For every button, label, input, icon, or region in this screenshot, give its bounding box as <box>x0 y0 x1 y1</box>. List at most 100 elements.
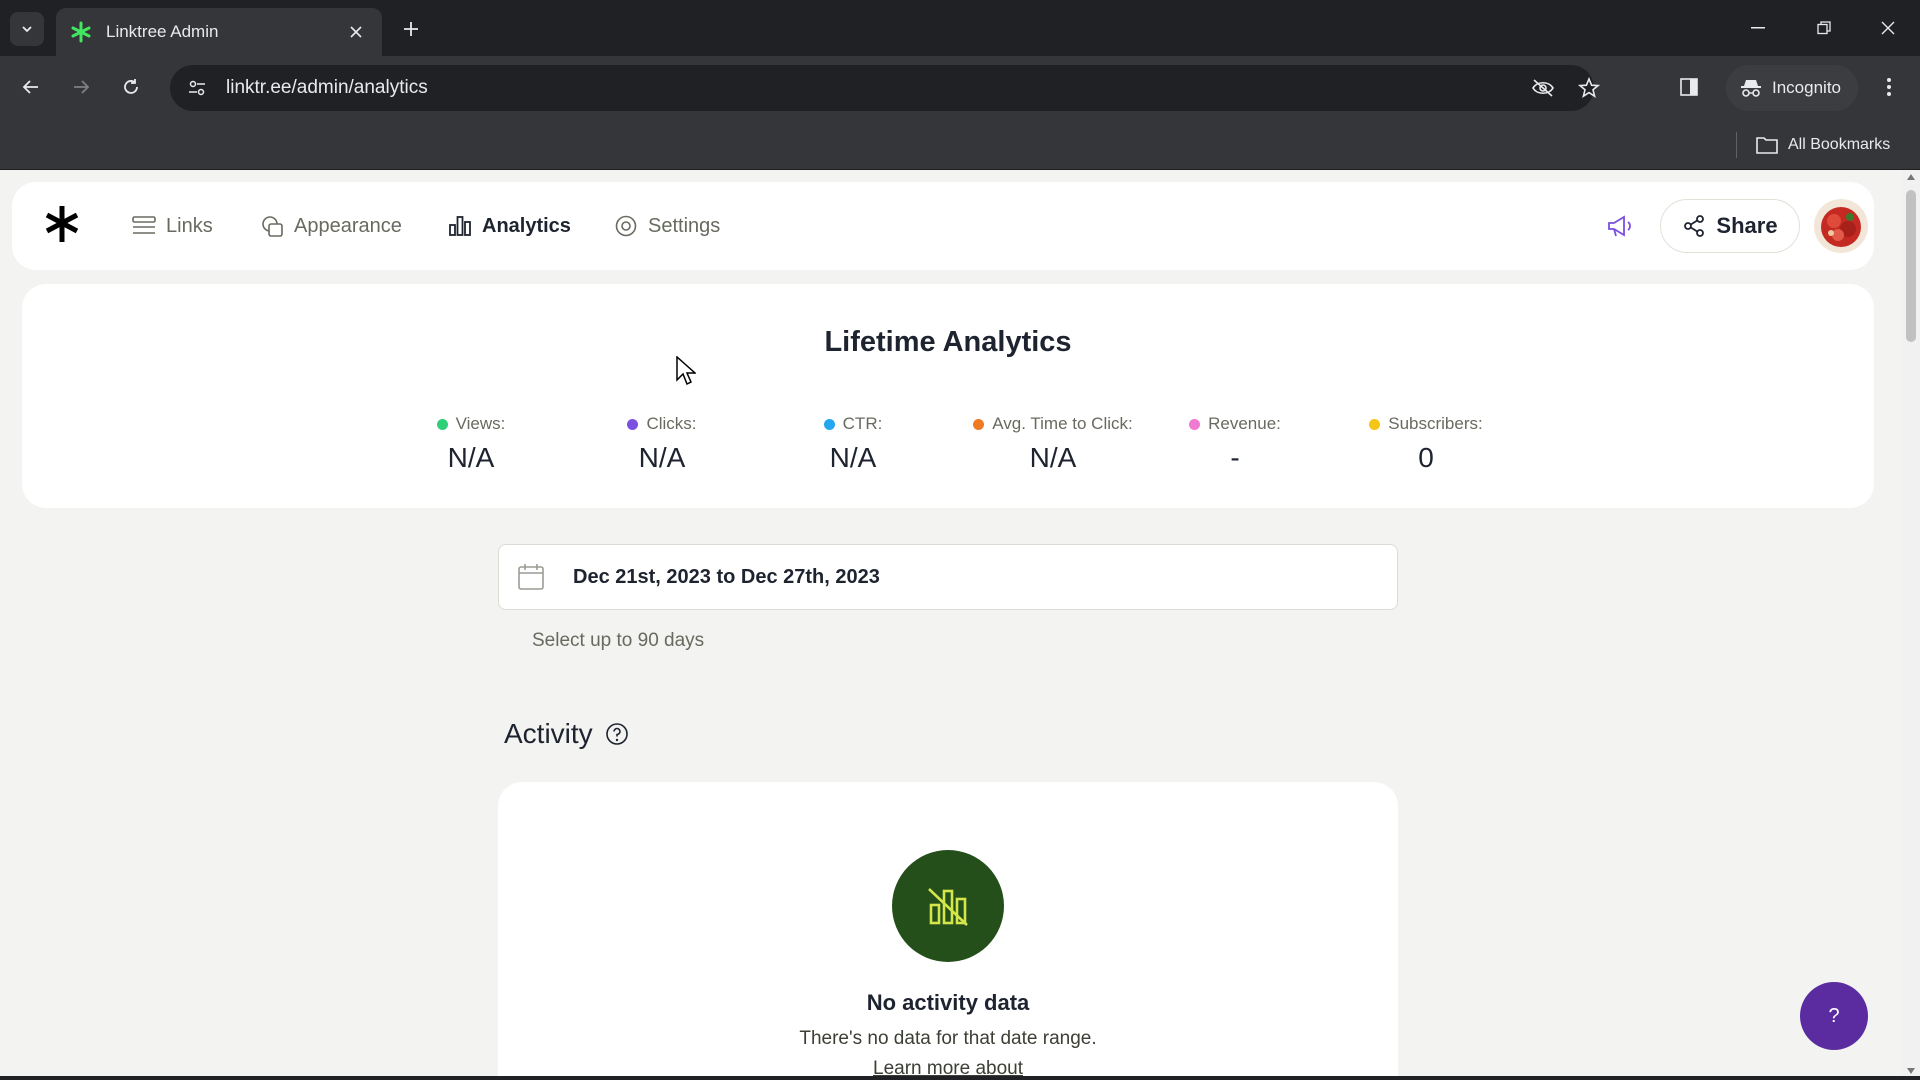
side-panel-icon <box>1680 78 1698 96</box>
close-window-button[interactable] <box>1868 10 1908 46</box>
arrow-left-icon <box>22 80 38 94</box>
page-scrollbar[interactable] <box>1902 170 1920 1080</box>
stat-avg-time-label: Avg. Time to Click: <box>992 414 1133 433</box>
page-content: Links Appearance Analytics Settings Shar… <box>0 170 1920 1080</box>
activity-title: Activity <box>504 718 593 749</box>
back-button[interactable] <box>14 70 48 104</box>
stat-views-label: Views: <box>455 414 506 433</box>
stat-views-value: N/A <box>447 442 495 473</box>
stat-clicks-value: N/A <box>638 442 686 473</box>
megaphone-button[interactable] <box>1600 206 1640 246</box>
scroll-down-arrow-icon[interactable] <box>1907 1068 1915 1074</box>
profile-avatar[interactable] <box>1814 199 1868 253</box>
folder-icon <box>1756 137 1778 154</box>
share-button[interactable]: Share <box>1660 199 1800 253</box>
new-tab-button[interactable] <box>396 14 426 44</box>
analytics-icon <box>449 216 471 236</box>
browser-toolbar: linktr.ee/admin/analytics Incognito <box>0 56 1920 120</box>
forward-button[interactable] <box>64 70 98 104</box>
reload-button[interactable] <box>114 70 148 104</box>
incognito-label: Incognito <box>1772 78 1841 97</box>
stat-ctr: CTR: N/A <box>758 414 948 474</box>
avatar-image <box>1814 199 1868 253</box>
restore-icon <box>1817 21 1831 35</box>
reload-icon <box>124 79 138 94</box>
tab-title: Linktree Admin <box>106 22 219 41</box>
browser-tab-bar: Linktree Admin <box>0 0 1920 56</box>
activity-heading: Activity <box>504 718 629 750</box>
date-range-text: Dec 21st, 2023 to Dec 27th, 2023 <box>573 565 880 588</box>
nav-links[interactable]: Links <box>120 202 225 250</box>
stat-ctr-label: CTR: <box>842 414 883 433</box>
no-activity-title: No activity data <box>866 990 1030 1015</box>
nav-appearance[interactable]: Appearance <box>248 202 414 250</box>
bookmarks-bar: All Bookmarks <box>0 120 1920 170</box>
more-vertical-icon <box>1887 78 1891 96</box>
scroll-up-arrow-icon[interactable] <box>1907 174 1915 180</box>
all-bookmarks-button[interactable]: All Bookmarks <box>1756 130 1890 160</box>
minimize-icon <box>1751 27 1765 29</box>
browser-tab[interactable]: Linktree Admin <box>56 8 382 56</box>
chart-off-icon <box>928 888 968 926</box>
stat-revenue-value: - <box>1230 442 1240 473</box>
ctr-dot-icon <box>823 418 835 430</box>
share-icon <box>1684 215 1705 237</box>
help-circle-icon[interactable] <box>605 722 629 746</box>
megaphone-icon <box>1608 215 1631 237</box>
stat-avg-time: Avg. Time to Click: N/A <box>933 414 1173 474</box>
appearance-icon <box>262 216 283 237</box>
mouse-cursor-icon <box>676 356 696 386</box>
nav-appearance-label: Appearance <box>294 214 402 237</box>
bottom-edge <box>0 1076 1920 1080</box>
lifetime-analytics-title: Lifetime Analytics <box>824 326 1072 358</box>
subscribers-dot-icon <box>1369 418 1381 430</box>
revenue-dot-icon <box>1189 418 1201 430</box>
address-bar[interactable]: linktr.ee/admin/analytics <box>170 65 1600 111</box>
scroll-thumb[interactable] <box>1906 190 1916 342</box>
stat-avg-time-value: N/A <box>1029 442 1077 473</box>
help-fab-label: ? <box>1828 1004 1840 1027</box>
links-icon <box>132 216 156 234</box>
eye-off-icon[interactable] <box>1528 73 1558 103</box>
settings-icon <box>615 215 637 237</box>
chevron-down-icon <box>22 26 32 33</box>
stat-subscribers-value: 0 <box>1418 442 1434 473</box>
no-activity-description: There's no data for that date range. <box>799 1028 1097 1049</box>
stat-clicks: Clicks: N/A <box>567 414 757 474</box>
arrow-right-icon <box>74 80 90 94</box>
browser-menu-button[interactable] <box>1872 70 1906 104</box>
site-settings-icon[interactable] <box>182 73 212 103</box>
linktree-favicon-icon <box>71 21 91 43</box>
plus-icon <box>404 22 418 36</box>
stat-subscribers-label: Subscribers: <box>1388 414 1483 433</box>
stat-clicks-label: Clicks: <box>646 414 697 433</box>
nav-analytics-label: Analytics <box>482 214 571 237</box>
minimize-button[interactable] <box>1738 10 1778 46</box>
stat-revenue: Revenue: - <box>1140 414 1330 474</box>
admin-top-nav: Links Appearance Analytics Settings Shar… <box>12 182 1874 270</box>
stat-revenue-label: Revenue: <box>1208 414 1281 433</box>
stat-ctr-value: N/A <box>829 442 877 473</box>
no-data-badge <box>892 850 1004 962</box>
date-range-picker[interactable]: Dec 21st, 2023 to Dec 27th, 2023 <box>498 544 1398 610</box>
views-dot-icon <box>436 418 448 430</box>
url-text: linktr.ee/admin/analytics <box>226 77 428 98</box>
bookmarks-divider <box>1736 132 1737 158</box>
help-chat-button[interactable]: ? <box>1800 982 1868 1050</box>
close-tab-icon[interactable] <box>344 20 368 44</box>
nav-links-label: Links <box>166 214 213 237</box>
all-bookmarks-label: All Bookmarks <box>1788 136 1891 153</box>
stat-views: Views: N/A <box>376 414 566 474</box>
close-icon <box>1881 21 1895 35</box>
incognito-indicator[interactable]: Incognito <box>1726 65 1858 111</box>
side-panel-button[interactable] <box>1672 70 1706 104</box>
tab-search-button[interactable] <box>10 12 44 46</box>
nav-settings[interactable]: Settings <box>602 202 732 250</box>
restore-button[interactable] <box>1804 10 1844 46</box>
stat-subscribers: Subscribers: 0 <box>1331 414 1521 474</box>
star-icon[interactable] <box>1574 73 1604 103</box>
linktree-logo-icon[interactable] <box>44 204 80 244</box>
avg-time-dot-icon <box>973 418 985 430</box>
share-label: Share <box>1716 213 1778 238</box>
nav-analytics[interactable]: Analytics <box>436 202 583 250</box>
